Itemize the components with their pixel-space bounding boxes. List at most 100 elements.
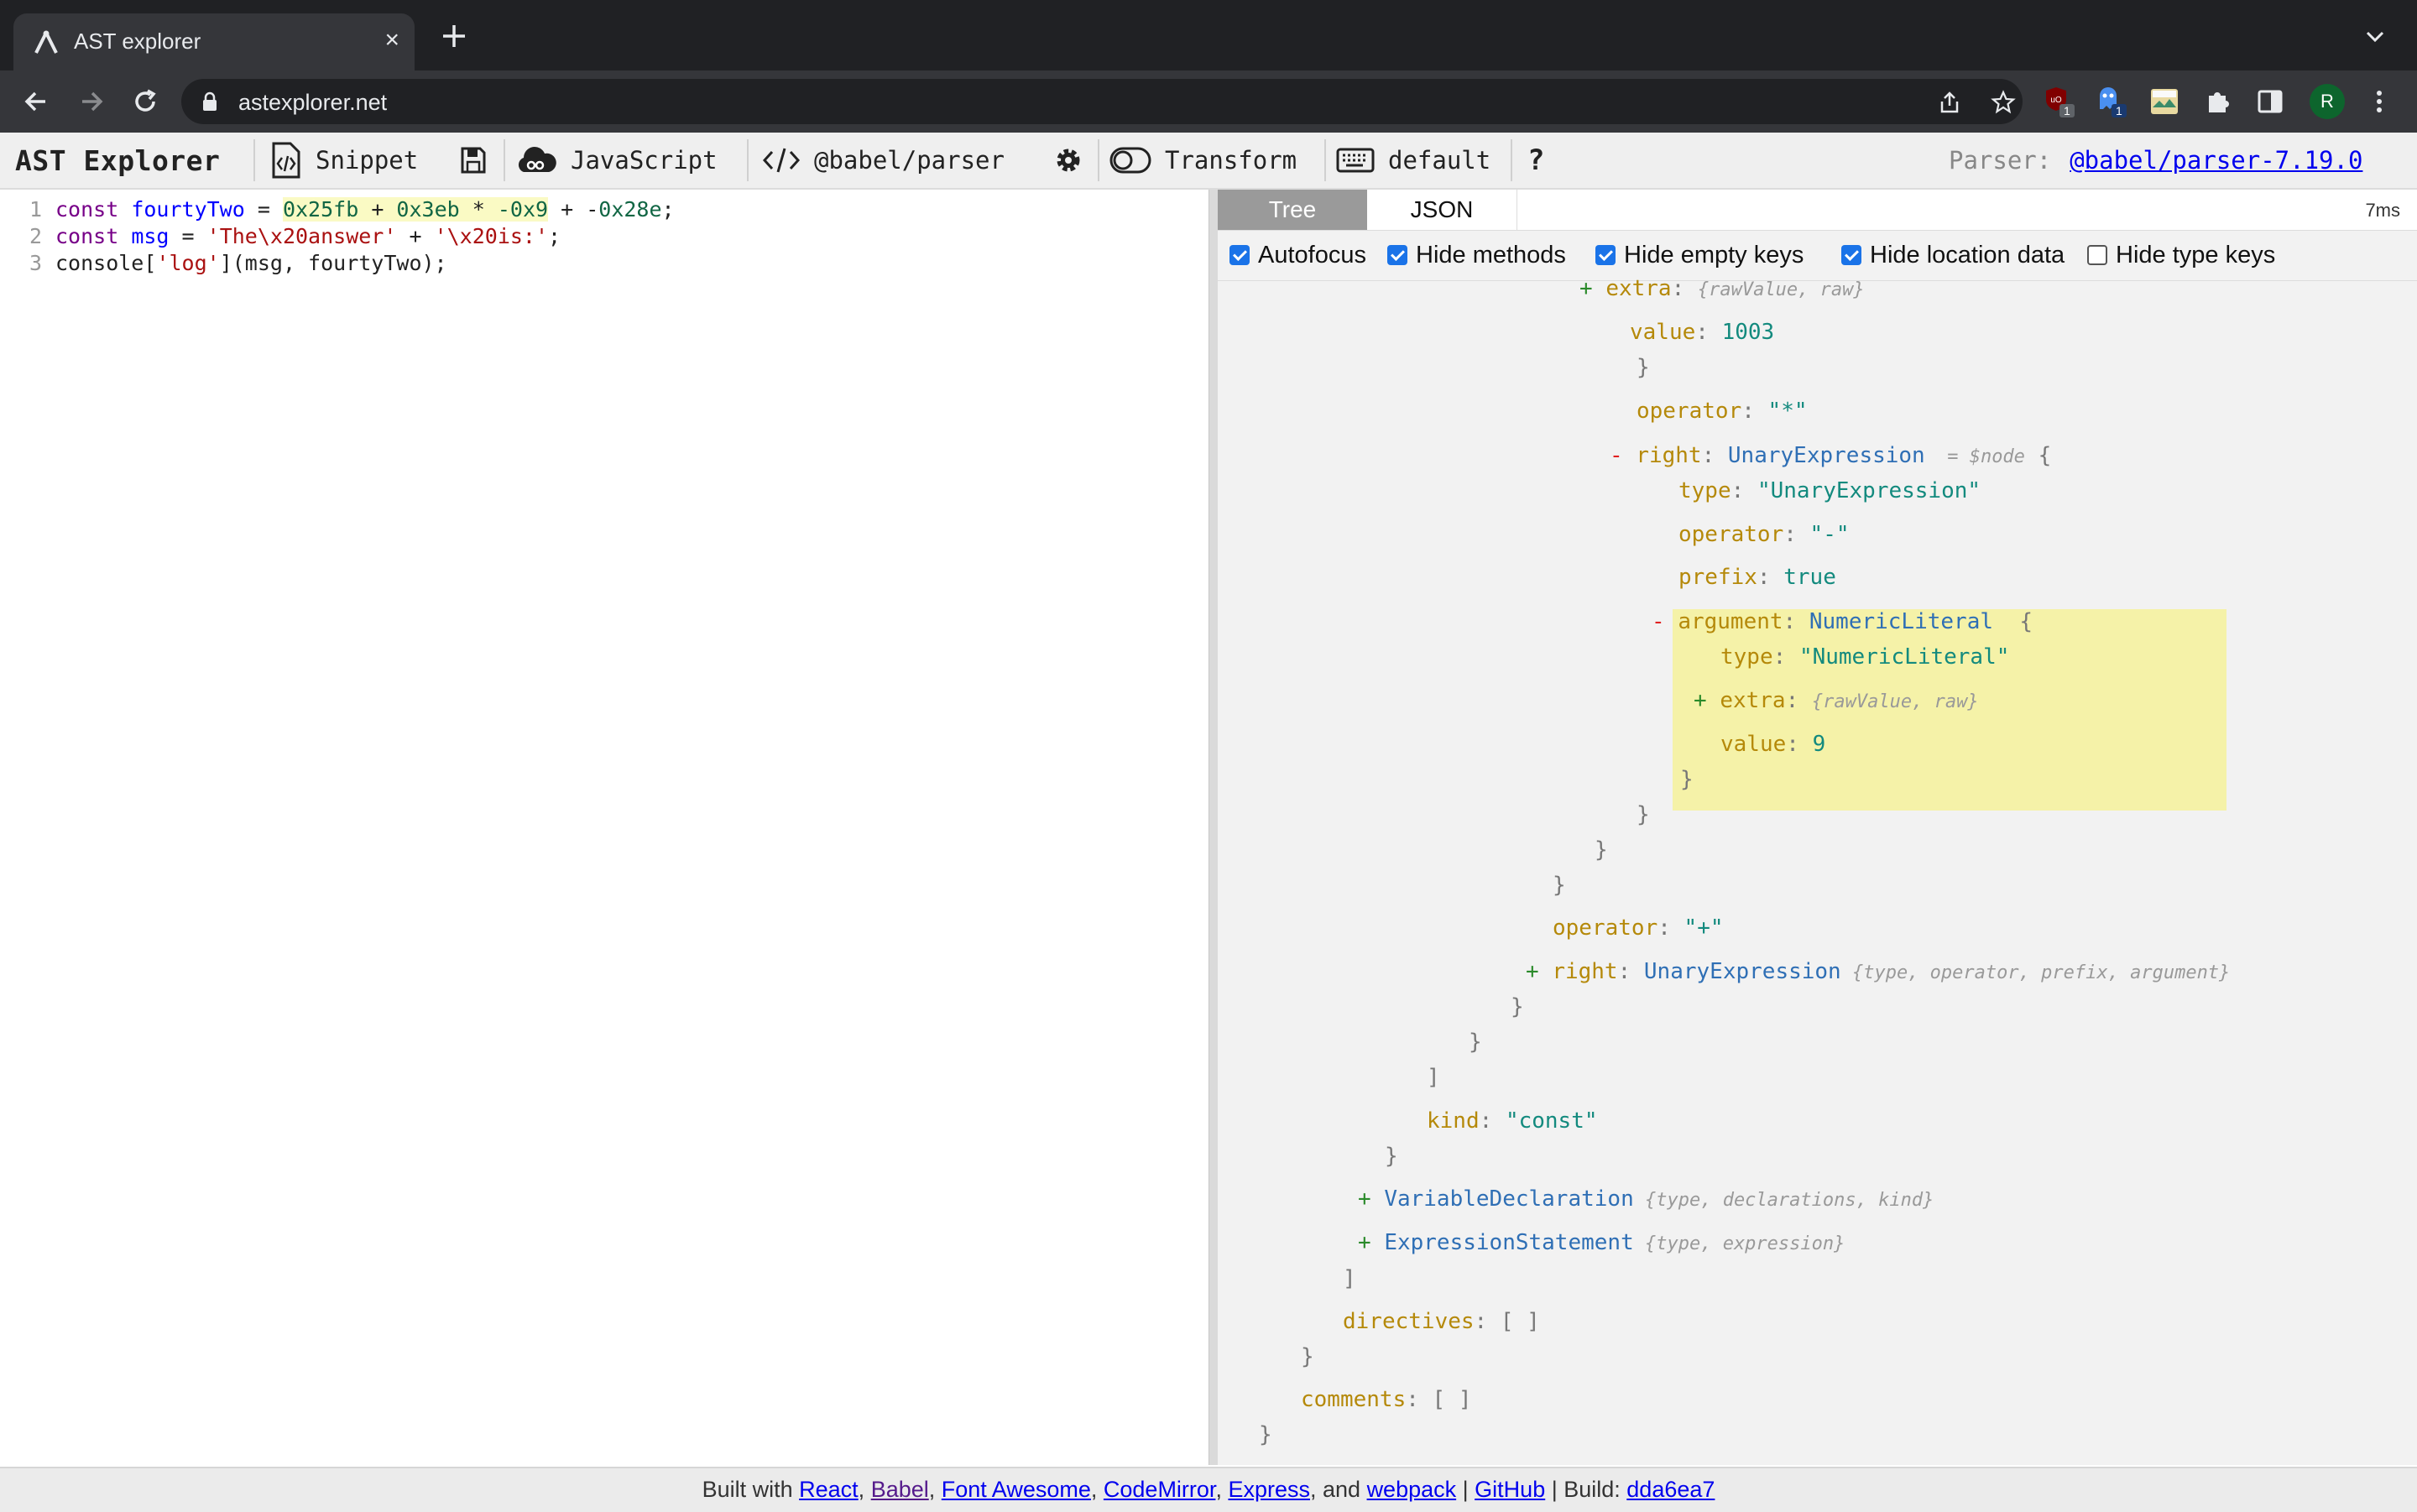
address-bar[interactable]: astexplorer.net <box>181 79 2023 124</box>
checkbox-hide-methods[interactable] <box>1387 245 1407 265</box>
url-text[interactable]: astexplorer.net <box>238 90 387 116</box>
footer-text: , and <box>1310 1477 1367 1502</box>
code-token: * <box>459 197 498 222</box>
lock-icon[interactable] <box>201 91 218 112</box>
tree-node[interactable]: + ExpressionStatement {type, expression} <box>1358 1229 1845 1256</box>
parser-settings-button[interactable] <box>1054 133 1096 188</box>
code-token: 0x3eb <box>396 197 460 222</box>
node-key: value <box>1630 320 1696 345</box>
snippet-menu-button[interactable]: Snippet <box>269 133 418 188</box>
tree-node: value: 9 <box>1720 731 1825 758</box>
code-token: msg <box>131 224 170 248</box>
tree-node[interactable]: + VariableDeclaration {type, declaration… <box>1358 1186 1934 1212</box>
parser-select-button[interactable]: @babel/parser <box>762 133 1005 188</box>
tab-close-icon[interactable]: × <box>384 27 399 54</box>
browser-tab-strip: AST explorer × <box>0 0 2417 70</box>
media-extension-icon[interactable] <box>2148 86 2180 117</box>
tree-node[interactable]: + extra: {rawValue, raw} <box>1694 687 1979 714</box>
node-value: "const" <box>1505 1108 1598 1134</box>
footer-link-react[interactable]: React <box>799 1477 859 1502</box>
transform-label: Transform <box>1165 146 1297 175</box>
checkbox-hide-type-keys[interactable] <box>2087 245 2107 265</box>
option-hide-type-keys[interactable]: Hide type keys <box>2087 241 2275 269</box>
node-key: extra <box>1720 688 1786 713</box>
side-panel-icon[interactable] <box>2254 86 2286 117</box>
share-icon[interactable] <box>1937 90 1962 115</box>
code-line[interactable]: 2 const msg = 'The\x20answer' + '\x20is:'… <box>0 223 561 250</box>
footer-link-babel[interactable]: Babel <box>871 1477 929 1502</box>
code-token: 0x25fb <box>282 197 359 222</box>
footer-link-codemirror[interactable]: CodeMirror <box>1104 1477 1216 1502</box>
back-arrow-icon[interactable] <box>20 86 52 117</box>
node-key: comments <box>1301 1387 1407 1412</box>
checkbox-autofocus[interactable] <box>1229 245 1250 265</box>
expand-toggle-icon[interactable]: + <box>1694 688 1720 713</box>
expand-toggle-icon[interactable]: + <box>1358 1186 1384 1212</box>
checkbox-hide-empty-keys[interactable] <box>1595 245 1616 265</box>
code-line[interactable]: 1 const fourtyTwo = 0x25fb + 0x3eb * -0x9… <box>0 196 675 223</box>
footer-link-github[interactable]: GitHub <box>1475 1477 1545 1502</box>
expand-toggle-icon[interactable]: + <box>1526 959 1552 984</box>
footer-text: Built with <box>702 1477 800 1502</box>
node-key: directives <box>1343 1309 1475 1334</box>
keymap-select-button[interactable]: default <box>1336 133 1490 188</box>
tab-json[interactable]: JSON <box>1367 190 1517 230</box>
bookmark-star-icon[interactable] <box>1991 90 2016 115</box>
tree-node: } <box>1595 837 1608 863</box>
profile-avatar[interactable]: R <box>2310 84 2345 119</box>
node-value: } <box>1469 1030 1482 1055</box>
tree-node: directives: [ ] <box>1343 1308 1540 1335</box>
code-line[interactable]: 3 console['log'](msg, fourtyTwo); <box>0 250 447 277</box>
option-hide-empty-keys[interactable]: Hide empty keys <box>1595 241 1804 269</box>
code-token: '\x20is:' <box>434 224 549 248</box>
expand-toggle-icon[interactable]: + <box>1358 1230 1384 1255</box>
node-value: {rawValue, raw} <box>1697 279 1865 300</box>
tree-node[interactable]: + right: UnaryExpression {type, operator… <box>1526 958 2230 985</box>
footer-link-dda6ea7[interactable]: dda6ea7 <box>1626 1477 1715 1502</box>
footer-link-webpack[interactable]: webpack <box>1367 1477 1457 1502</box>
tab-search-chevron-icon[interactable] <box>2365 29 2385 45</box>
option-hide-location-data[interactable]: Hide location data <box>1841 241 2065 269</box>
help-icon: ? <box>1527 143 1545 177</box>
tab-tree[interactable]: Tree <box>1218 190 1367 230</box>
tree-node[interactable]: - right: UnaryExpression = $node { <box>1610 442 2051 469</box>
collapse-toggle-icon[interactable]: - <box>1652 609 1678 634</box>
save-button[interactable] <box>460 133 500 188</box>
option-hide-methods[interactable]: Hide methods <box>1387 241 1566 269</box>
node-key: type <box>1720 644 1773 670</box>
footer-link-font-awesome[interactable]: Font Awesome <box>942 1477 1091 1502</box>
language-select-button[interactable]: JavaScript <box>515 133 718 188</box>
tree-node: } <box>1553 872 1566 899</box>
browser-menu-kebab-icon[interactable] <box>2363 86 2395 117</box>
code-editor[interactable]: 1 const fourtyTwo = 0x25fb + 0x3eb * -0x9… <box>0 190 1208 1465</box>
parser-version-link[interactable]: @babel/parser-7.19.0 <box>2070 146 2362 175</box>
footer-link-express[interactable]: Express <box>1228 1477 1310 1502</box>
keyboard-icon <box>1336 148 1375 173</box>
footer-text: , <box>1215 1477 1229 1502</box>
code-token: ; <box>548 224 561 248</box>
node-value: : <box>1479 1108 1506 1134</box>
tree-node[interactable]: + extra: {rawValue, raw} <box>1579 275 1865 302</box>
code-token: console[ <box>55 251 157 275</box>
ghost-extension-icon[interactable]: 1 <box>2096 86 2128 117</box>
browser-tab[interactable]: AST explorer × <box>13 13 415 70</box>
node-value: { <box>1993 609 2033 634</box>
parse-timing: 7ms <box>2365 200 2400 221</box>
checkbox-hide-location-data[interactable] <box>1841 245 1861 265</box>
option-autofocus[interactable]: Autofocus <box>1229 241 1366 269</box>
node-value: } <box>1637 355 1650 380</box>
tree-node[interactable]: - argument: NumericLiteral { <box>1652 608 2033 635</box>
collapse-toggle-icon[interactable]: - <box>1610 443 1636 468</box>
node-key: right <box>1636 443 1702 468</box>
node-key: type <box>1678 478 1731 503</box>
expand-toggle-icon[interactable]: + <box>1579 276 1605 301</box>
toggle-off-icon <box>1109 147 1151 174</box>
app-title: AST Explorer <box>15 133 220 188</box>
transform-toggle-button[interactable]: Transform <box>1109 133 1297 188</box>
new-tab-icon[interactable] <box>440 22 468 50</box>
reload-icon[interactable] <box>129 86 161 117</box>
ublock-extension-icon[interactable]: uO 1 <box>2044 86 2076 117</box>
help-button[interactable]: ? <box>1527 133 1544 188</box>
forward-arrow-icon[interactable] <box>76 86 107 117</box>
extensions-puzzle-icon[interactable] <box>2202 86 2234 117</box>
